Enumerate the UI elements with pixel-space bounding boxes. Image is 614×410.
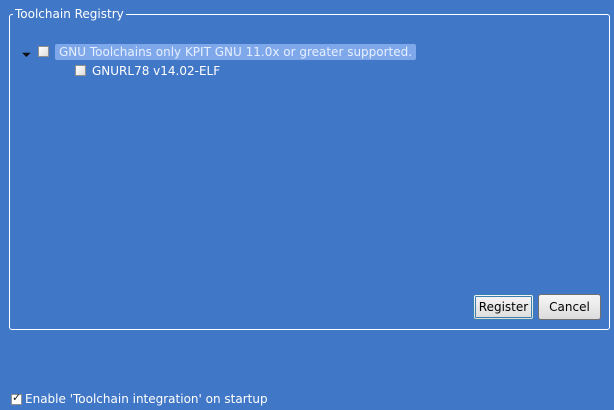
startup-label[interactable]: Enable 'Toolchain integration' on startu… <box>25 392 268 406</box>
register-button[interactable]: Register <box>473 294 534 320</box>
child-checkbox[interactable] <box>75 65 86 76</box>
startup-checkbox[interactable] <box>11 391 22 405</box>
tree-child-label[interactable]: GNURL78 v14.02-ELF <box>92 64 220 78</box>
toolchain-tree: ◢ GNU Toolchains only KPIT GNU 11.0x or … <box>20 42 417 80</box>
tree-root-label[interactable]: GNU Toolchains only KPIT GNU 11.0x or gr… <box>55 43 417 60</box>
group-title: Toolchain Registry <box>13 7 126 21</box>
startup-option[interactable]: Enable 'Toolchain integration' on startu… <box>11 391 268 406</box>
root-checkbox[interactable] <box>38 46 49 57</box>
cancel-button[interactable]: Cancel <box>538 294 601 320</box>
expander-triangle-icon[interactable]: ◢ <box>20 44 34 58</box>
tree-child-row[interactable]: GNURL78 v14.02-ELF <box>75 61 416 80</box>
tree-root-row[interactable]: ◢ GNU Toolchains only KPIT GNU 11.0x or … <box>20 42 417 61</box>
